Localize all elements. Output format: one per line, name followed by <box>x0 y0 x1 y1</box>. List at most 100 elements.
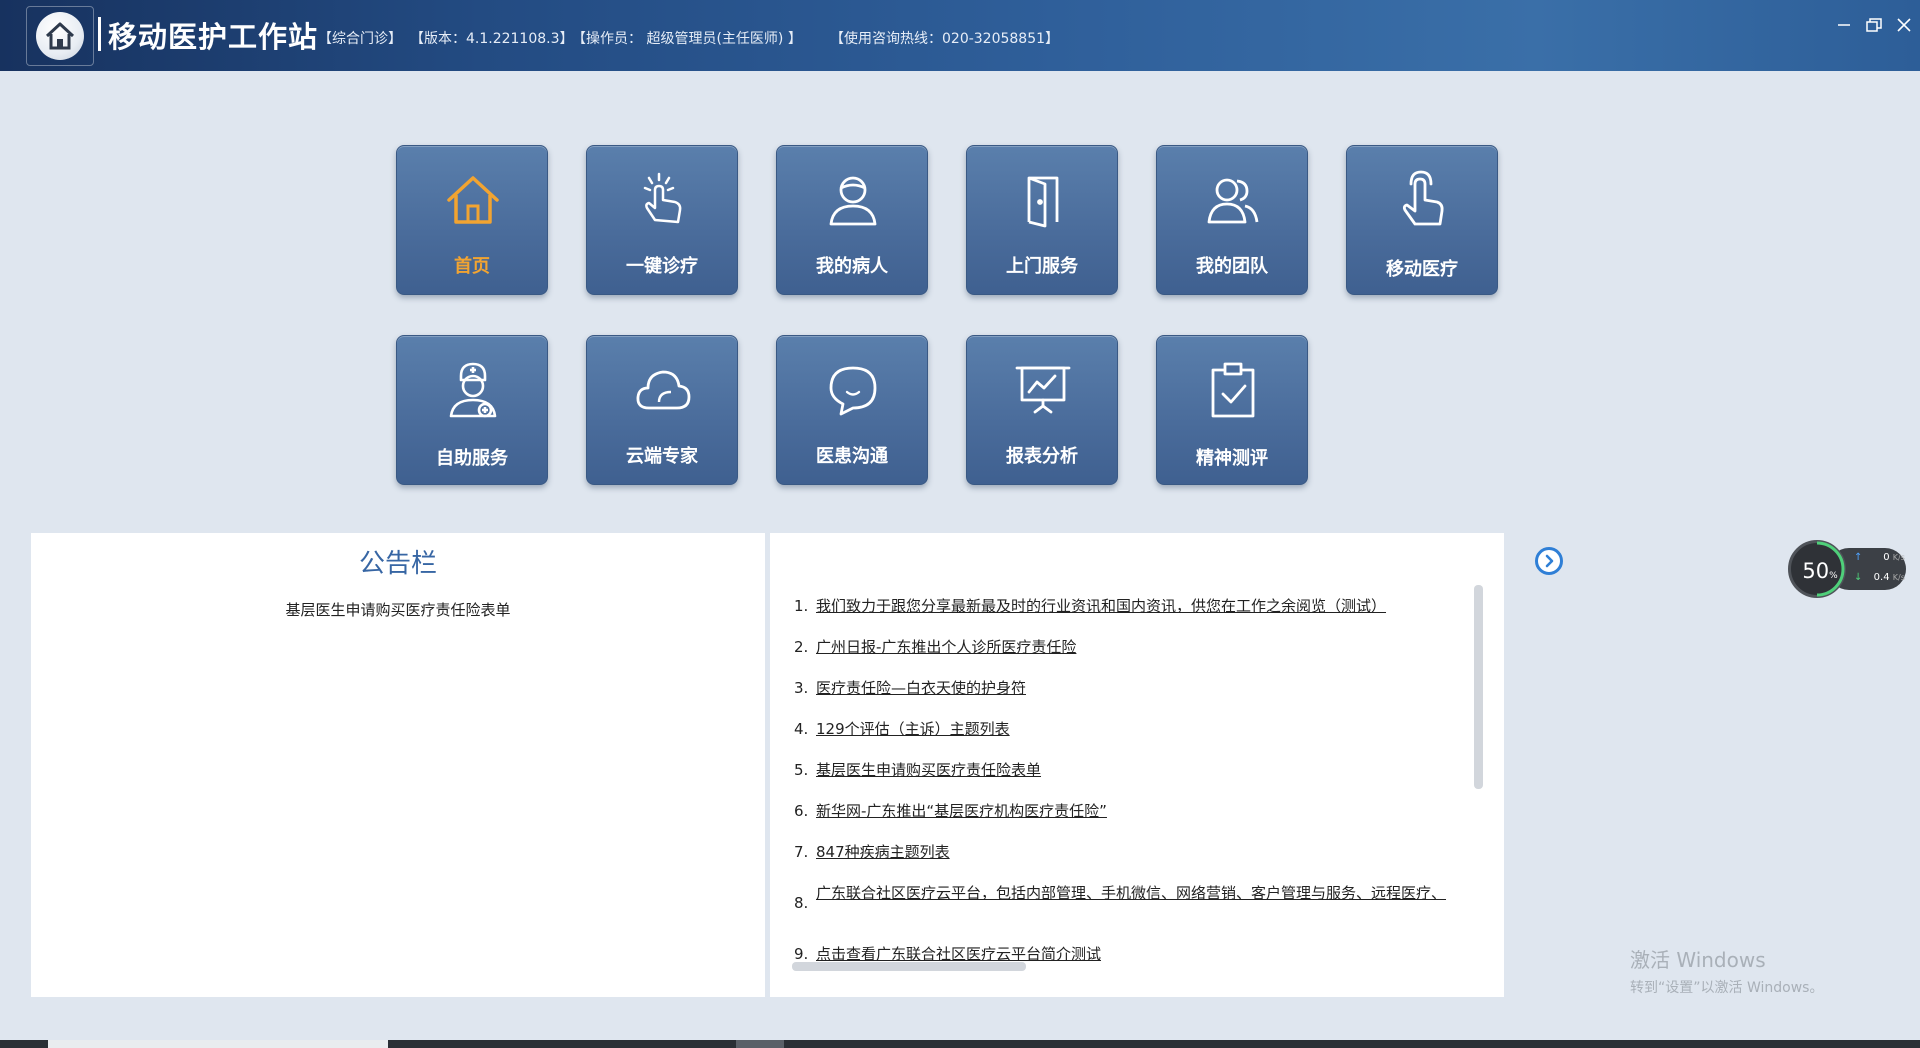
restore-icon <box>1866 18 1882 32</box>
horizontal-scrollbar[interactable] <box>792 962 1026 971</box>
list-item[interactable]: 6. 新华网-广东推出“基层医疗机构医疗责任险” <box>794 800 1107 821</box>
notice-item[interactable]: 基层医生申请购买医疗责任险表单 <box>31 599 765 620</box>
download-arrow-icon: ↓ <box>1854 572 1863 583</box>
tile-one-click-diagnosis[interactable]: 一键诊疗 <box>586 145 738 295</box>
tile-label: 报表分析 <box>1006 446 1078 467</box>
app-logo <box>26 6 94 66</box>
list-item[interactable]: 3. 医疗责任险—白衣天使的护身符 <box>794 677 1026 698</box>
tile-my-patients[interactable]: 我的病人 <box>776 145 928 295</box>
item-number: 9. <box>794 945 809 963</box>
news-link[interactable]: 基层医生申请购买医疗责任险表单 <box>816 761 1041 779</box>
tile-label: 一键诊疗 <box>626 256 698 277</box>
list-item[interactable]: 2. 广州日报-广东推出个人诊所医疗责任险 <box>794 636 1076 657</box>
list-item[interactable]: 9. 点击查看广东联合社区医疗云平台简介测试 <box>794 943 1101 964</box>
download-value: 0.4 <box>1873 572 1890 583</box>
upload-unit: K/s <box>1892 553 1905 562</box>
chat-icon <box>829 366 877 416</box>
tile-mental-assessment[interactable]: 精神测评 <box>1156 335 1308 485</box>
memory-percent: 50% <box>1802 559 1838 583</box>
close-icon <box>1897 18 1911 32</box>
chevron-right-icon <box>1545 554 1554 568</box>
download-unit: K/s <box>1892 573 1905 582</box>
home-icon <box>447 176 499 224</box>
windows-activation-watermark: 激活 Windows 转到“设置”以激活 Windows。 <box>1630 944 1823 997</box>
home-logo-icon <box>45 22 75 50</box>
notice-board-panel: 公告栏 基层医生申请购买医疗责任险表单 <box>31 533 765 997</box>
item-number: 4. <box>794 720 809 738</box>
item-number: 1. <box>794 597 809 615</box>
cloud-icon <box>636 370 691 410</box>
tile-cloud-expert[interactable]: 云端专家 <box>586 335 738 485</box>
news-link[interactable]: 广州日报-广东推出个人诊所医疗责任险 <box>816 638 1076 656</box>
department-label: 【综合门诊】 <box>318 31 402 47</box>
team-icon <box>1207 178 1259 224</box>
item-number: 5. <box>794 761 809 779</box>
tile-doctor-patient-chat[interactable]: 医患沟通 <box>776 335 928 485</box>
upload-arrow-icon: ↑ <box>1854 552 1863 563</box>
news-list-panel: 1. 我们致力于跟您分享最新最及时的行业资讯和国内资讯，供您在工作之余阅览（测试）… <box>770 533 1504 997</box>
news-link[interactable]: 847种疾病主题列表 <box>816 843 950 861</box>
finger-icon <box>1402 170 1444 226</box>
tile-label: 我的病人 <box>816 256 888 277</box>
news-link[interactable]: 医疗责任险—白衣天使的护身符 <box>816 679 1026 697</box>
title-separator <box>98 17 101 51</box>
title-bar: 移动医护工作站 【综合门诊】 【版本：4.1.221108.3】 【操作员： 超… <box>0 0 1920 71</box>
patient-icon <box>829 176 877 226</box>
news-link[interactable]: 广东联合社区医疗云平台，包括内部管理、手机微信、网络营销、客户管理与服务、远程医… <box>816 884 1446 902</box>
tap-icon <box>643 172 682 224</box>
list-item[interactable]: 7. 847种疾病主题列表 <box>794 841 950 862</box>
taskbar <box>0 1040 1920 1048</box>
memory-usage-gauge: 50% <box>1788 540 1846 598</box>
download-speed: ↓ 0.4 K/s <box>1854 572 1905 583</box>
tile-label: 我的团队 <box>1196 256 1268 277</box>
news-link[interactable]: 129个评估（主诉）主题列表 <box>816 720 1010 738</box>
vertical-scrollbar[interactable] <box>1474 585 1483 789</box>
news-link[interactable]: 我们致力于跟您分享最新最及时的行业资讯和国内资讯，供您在工作之余阅览（测试） <box>816 597 1386 615</box>
item-number: 3. <box>794 679 809 697</box>
tile-label: 移动医疗 <box>1386 259 1458 280</box>
tile-label: 自助服务 <box>436 448 508 469</box>
minimize-button[interactable] <box>1832 14 1856 36</box>
minimize-icon <box>1838 24 1850 26</box>
activation-hint: 转到“设置”以激活 Windows。 <box>1630 980 1824 996</box>
upload-value: 0 <box>1883 552 1890 563</box>
item-number: 8. <box>794 894 809 912</box>
tile-home-visit[interactable]: 上门服务 <box>966 145 1118 295</box>
taskbar-item[interactable] <box>48 1040 388 1048</box>
tile-label: 医患沟通 <box>816 446 888 467</box>
tile-my-team[interactable]: 我的团队 <box>1156 145 1308 295</box>
news-link[interactable]: 新华网-广东推出“基层医疗机构医疗责任险” <box>816 802 1107 820</box>
operator-label: 【操作员： 超级管理员(主任医师) 】 <box>572 31 802 47</box>
list-item[interactable]: 4. 129个评估（主诉）主题列表 <box>794 718 1010 739</box>
hotline-label: 【使用咨询热线：020-32058851】 <box>830 31 1060 47</box>
tile-home[interactable]: 首页 <box>396 145 548 295</box>
news-link[interactable]: 点击查看广东联合社区医疗云平台简介测试 <box>816 945 1101 963</box>
tile-self-service[interactable]: 自助服务 <box>396 335 548 485</box>
tile-label: 首页 <box>454 256 490 277</box>
activation-title: 激活 Windows <box>1630 948 1766 972</box>
network-speed-widget[interactable]: ↑ 0 K/s ↓ 0.4 K/s 50% <box>1788 540 1908 598</box>
close-button[interactable] <box>1892 14 1916 36</box>
chart-icon <box>1015 366 1071 414</box>
version-label: 【版本：4.1.221108.3】 <box>410 31 574 47</box>
tile-report-analysis[interactable]: 报表分析 <box>966 335 1118 485</box>
item-number: 2. <box>794 638 809 656</box>
clipboard-icon <box>1211 362 1255 418</box>
nurse-icon <box>449 362 497 418</box>
list-item[interactable]: 5. 基层医生申请购买医疗责任险表单 <box>794 759 1041 780</box>
tile-label: 云端专家 <box>626 446 698 467</box>
restore-button[interactable] <box>1862 14 1886 36</box>
tile-mobile-medical[interactable]: 移动医疗 <box>1346 145 1498 295</box>
next-page-button[interactable] <box>1535 547 1563 575</box>
taskbar-item[interactable] <box>736 1040 784 1048</box>
app-title: 移动医护工作站 <box>108 20 319 54</box>
tile-label: 上门服务 <box>1006 256 1078 277</box>
upload-speed: ↑ 0 K/s <box>1854 552 1905 563</box>
tile-label: 精神测评 <box>1196 448 1268 469</box>
notice-board-title: 公告栏 <box>358 549 437 579</box>
item-number: 7. <box>794 843 809 861</box>
door-icon <box>1027 176 1059 228</box>
list-item[interactable]: 8. 广东联合社区医疗云平台，包括内部管理、手机微信、网络营销、客户管理与服务、远… <box>794 882 1464 912</box>
item-number: 6. <box>794 802 809 820</box>
list-item[interactable]: 1. 我们致力于跟您分享最新最及时的行业资讯和国内资讯，供您在工作之余阅览（测试） <box>794 595 1386 616</box>
